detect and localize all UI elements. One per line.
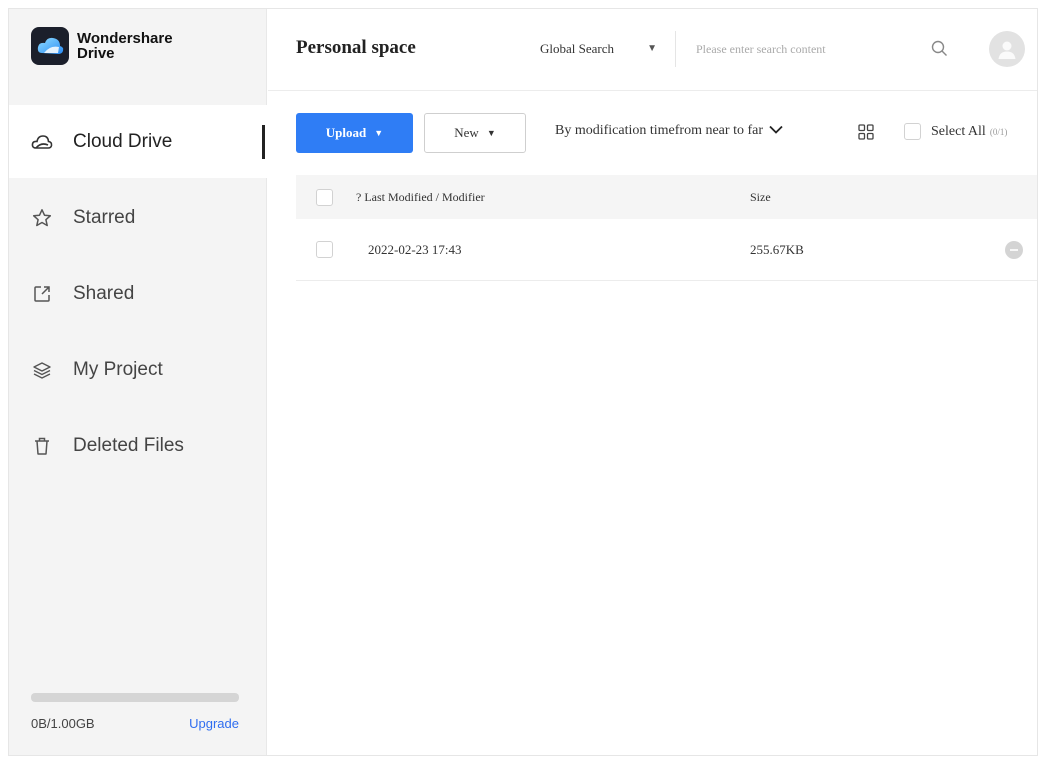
cloud-icon xyxy=(31,131,53,153)
more-options-icon[interactable] xyxy=(1005,240,1023,259)
sidebar-item-shared[interactable]: Shared xyxy=(9,257,267,330)
row-checkbox[interactable] xyxy=(316,241,333,258)
storage-usage: 0B/1.00GB Upgrade xyxy=(31,693,239,731)
sidebar-item-starred[interactable]: Starred xyxy=(9,181,267,254)
main-content: Personal space Global Search ▼ Upload ▼ xyxy=(268,9,1037,755)
table-header: ? Last Modified / Modifier Size xyxy=(296,175,1037,219)
row-size: 255.67KB xyxy=(750,241,804,257)
select-all-label: Select All xyxy=(931,123,986,139)
share-icon xyxy=(31,283,53,305)
trash-icon xyxy=(31,435,53,457)
brand-line2: Drive xyxy=(77,45,115,62)
sidebar-item-label: My Project xyxy=(73,358,163,380)
sidebar-item-label: Cloud Drive xyxy=(73,130,173,152)
storage-used-text: 0B/1.00GB xyxy=(31,716,95,731)
top-bar: Personal space Global Search ▼ xyxy=(268,9,1037,91)
file-table: ? Last Modified / Modifier Size 2022-02-… xyxy=(296,175,1037,281)
search-scope-select[interactable]: Global Search ▼ xyxy=(530,31,676,67)
search-input[interactable] xyxy=(688,34,918,64)
avatar[interactable] xyxy=(989,31,1025,67)
chevron-down-icon xyxy=(769,123,783,139)
sidebar-item-cloud-drive[interactable]: Cloud Drive xyxy=(9,105,267,178)
storage-progress-bar xyxy=(31,693,239,702)
star-icon xyxy=(31,207,53,229)
app-window: Wondershare Drive Cloud Drive Starred Sh… xyxy=(8,8,1038,756)
new-button[interactable]: New ▼ xyxy=(424,113,526,153)
toolbar: Upload ▼ New ▼ By modification timefrom … xyxy=(296,113,1037,153)
brand-line1: Wondershare xyxy=(77,30,173,47)
select-count: (0/1) xyxy=(989,126,1008,137)
sidebar-item-label: Starred xyxy=(73,206,136,228)
header-checkbox[interactable] xyxy=(316,188,333,206)
search-scope-value: Global Search xyxy=(540,41,615,56)
search-icon[interactable] xyxy=(931,40,948,62)
brand-name: Wondershare Drive xyxy=(77,31,173,61)
sidebar-nav: Cloud Drive Starred Shared My Project De… xyxy=(9,105,267,485)
sort-select-value: By modification timefrom near to far xyxy=(555,123,763,138)
layers-icon xyxy=(31,359,53,381)
brand: Wondershare Drive xyxy=(31,27,173,65)
sidebar-item-deleted-files[interactable]: Deleted Files xyxy=(9,409,267,482)
new-button-label: New xyxy=(454,125,479,140)
sidebar-item-label: Deleted Files xyxy=(73,434,184,456)
row-modified: 2022-02-23 17:43 xyxy=(368,241,462,257)
search-box xyxy=(688,31,968,67)
sort-select[interactable]: By modification timefrom near to far xyxy=(555,123,783,139)
caret-down-icon: ▼ xyxy=(374,128,384,138)
column-header-modified[interactable]: ? Last Modified / Modifier xyxy=(356,190,485,205)
grid-view-icon[interactable] xyxy=(858,124,874,145)
sidebar-item-label: Shared xyxy=(73,282,135,304)
user-icon xyxy=(998,41,1016,59)
upload-button-label: Upload xyxy=(325,125,367,140)
wondershare-drive-logo-icon xyxy=(31,27,69,65)
select-all-checkbox[interactable] xyxy=(904,123,921,140)
upgrade-link[interactable]: Upgrade xyxy=(189,716,239,731)
sidebar: Wondershare Drive Cloud Drive Starred Sh… xyxy=(9,9,267,755)
upload-button[interactable]: Upload ▼ xyxy=(296,113,413,153)
caret-down-icon: ▼ xyxy=(647,43,657,54)
sidebar-item-my-project[interactable]: My Project xyxy=(9,333,267,406)
caret-down-icon: ▼ xyxy=(486,128,496,138)
page-title: Personal space xyxy=(296,37,416,58)
select-all-toggle[interactable]: Select All (0/1) xyxy=(904,123,1007,140)
column-header-size[interactable]: Size xyxy=(750,190,771,205)
table-row[interactable]: 2022-02-23 17:43 255.67KB xyxy=(296,219,1037,281)
